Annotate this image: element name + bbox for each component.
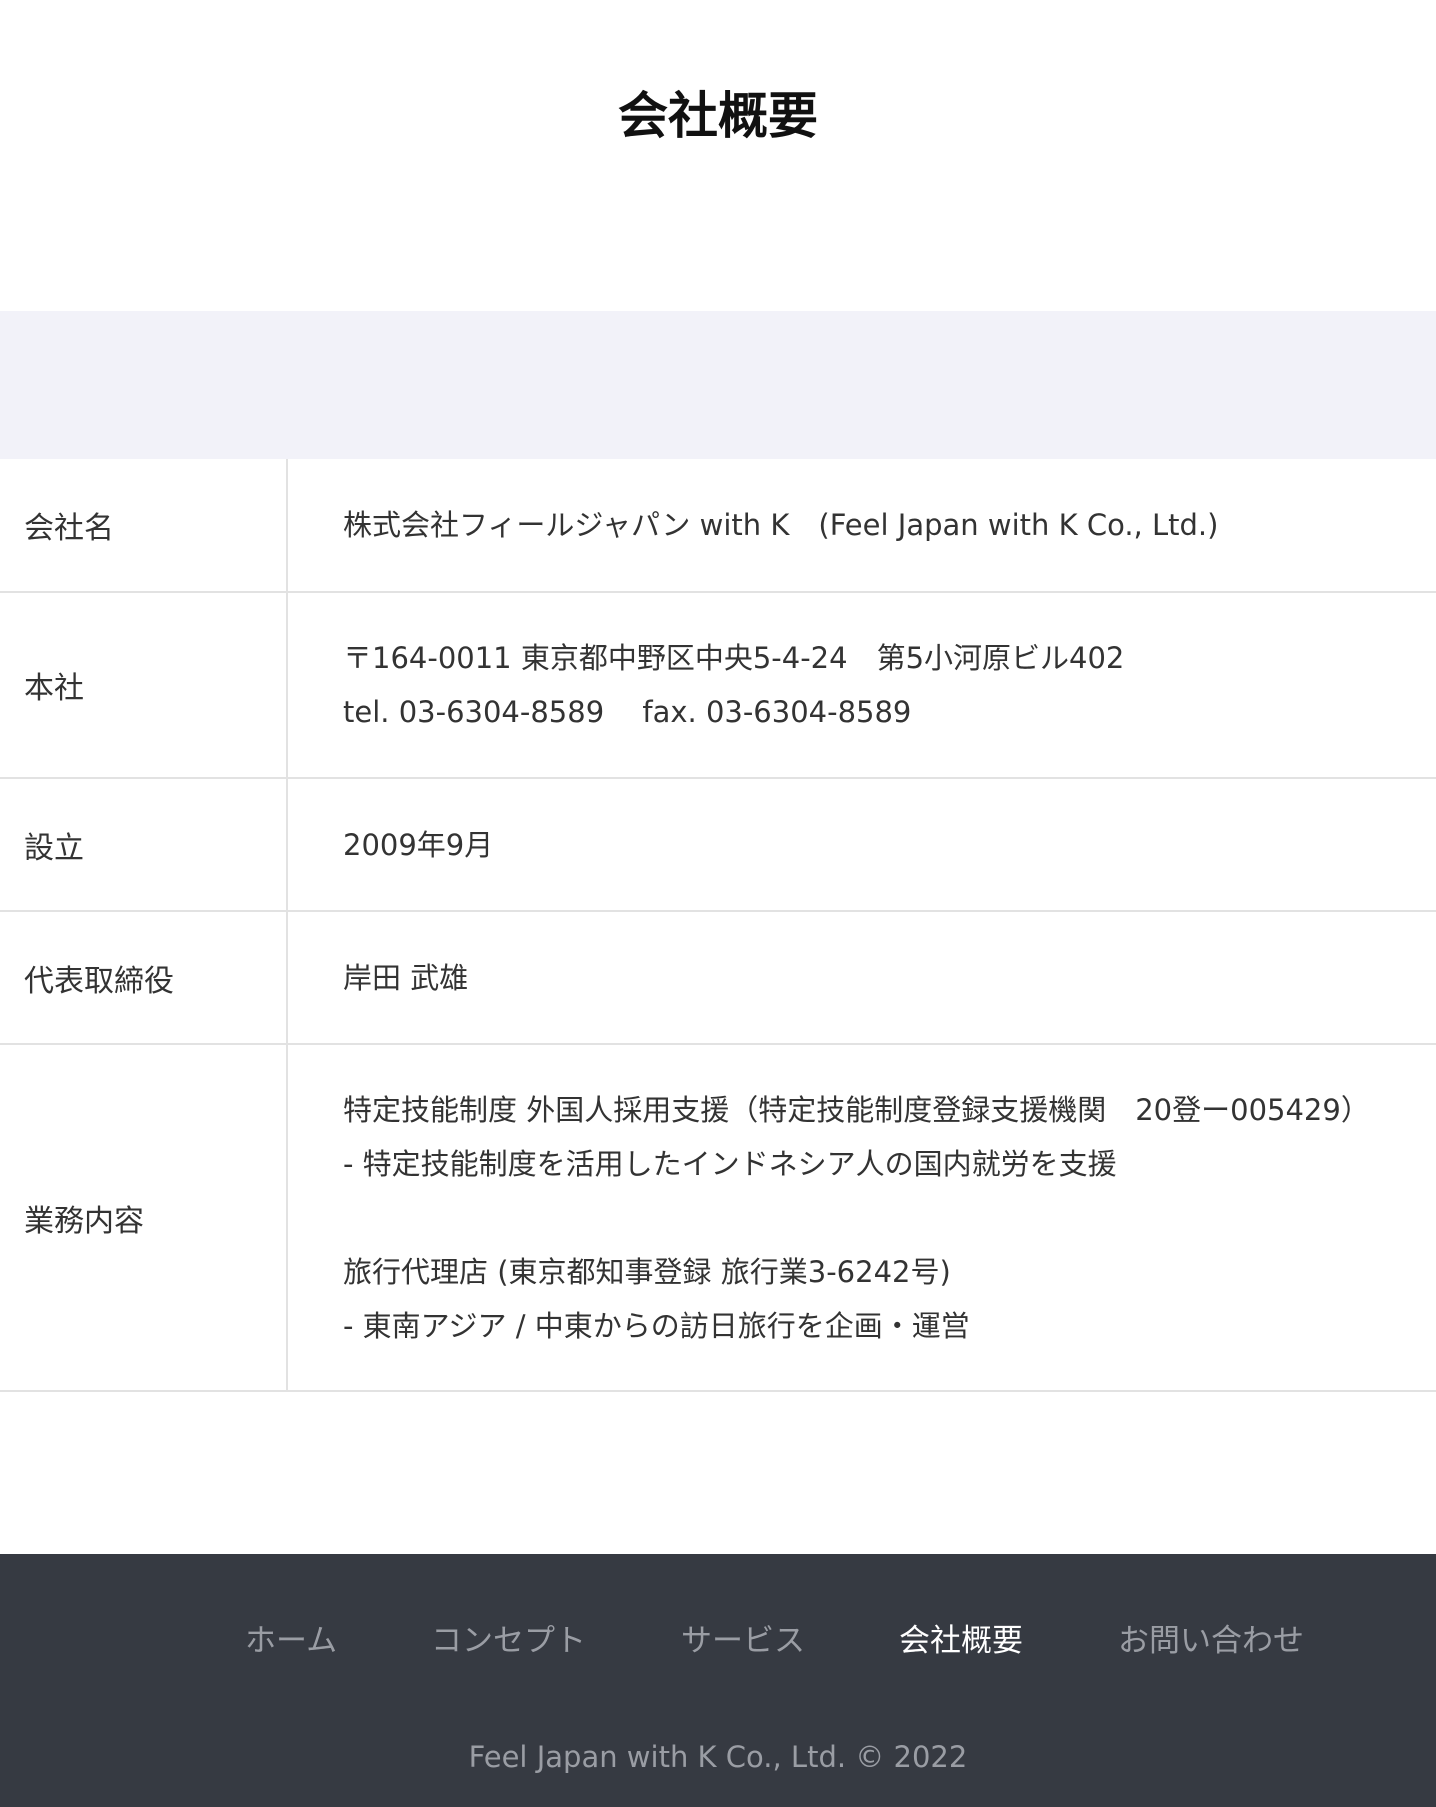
established-date: 2009年9月	[343, 827, 494, 862]
header-band	[0, 311, 1436, 459]
ceo-label: 代表取締役	[0, 911, 288, 1044]
page-title: 会社概要	[618, 87, 818, 145]
headquarters-contact: tel. 03-6304-8589 fax. 03-6304-8589	[343, 695, 912, 729]
footer-nav-home[interactable]: ホーム	[245, 1616, 337, 1666]
business-line-3: 旅行代理店 (東京都知事登録 旅行業3-6242号)	[343, 1254, 951, 1289]
established-value: 2009年9月	[287, 778, 1436, 911]
headquarters-row: 本社 〒164-0011 東京都中野区中央5-4-24 第5小河原ビル402 t…	[0, 592, 1436, 778]
business-spacer	[343, 1191, 1436, 1245]
footer: ホーム コンセプト サービス 会社概要 お問い合わせ Feel Japan wi…	[0, 1554, 1436, 1807]
business-line-2: - 特定技能制度を活用したインドネシア人の国内就労を支援	[343, 1146, 1117, 1181]
business-value: 特定技能制度 外国人採用支援（特定技能制度登録支援機関 20登ー005429） …	[287, 1044, 1436, 1391]
footer-nav-service[interactable]: サービス	[681, 1616, 805, 1666]
company-name-label: 会社名	[0, 459, 288, 592]
business-line-4: - 東南アジア / 中東からの訪日旅行を企画・運営	[343, 1308, 970, 1343]
page: 会社概要 会社名 株式会社フィールジャパン with K (Feel Japan…	[0, 0, 1436, 1807]
business-row: 業務内容 特定技能制度 外国人採用支援（特定技能制度登録支援機関 20登ー005…	[0, 1044, 1436, 1391]
headquarters-address: 〒164-0011 東京都中野区中央5-4-24 第5小河原ビル402	[343, 641, 1125, 675]
established-row: 設立 2009年9月	[0, 778, 1436, 911]
footer-nav-contact[interactable]: お問い合わせ	[1118, 1616, 1304, 1666]
copyright: Feel Japan with K Co., Ltd. © 2022	[468, 1740, 968, 1774]
business-label: 業務内容	[0, 1044, 288, 1391]
established-label: 設立	[0, 778, 288, 911]
company-info-table: 会社名 株式会社フィールジャパン with K (Feel Japan with…	[0, 459, 1436, 1392]
headquarters-value: 〒164-0011 東京都中野区中央5-4-24 第5小河原ビル402 tel.…	[287, 592, 1436, 778]
ceo-value: 岸田 武雄	[287, 911, 1436, 1044]
ceo-name: 岸田 武雄	[343, 960, 469, 995]
footer-nav-concept[interactable]: コンセプト	[431, 1616, 586, 1666]
footer-nav: ホーム コンセプト サービス 会社概要 お問い合わせ	[0, 1616, 1436, 1666]
company-name-row: 会社名 株式会社フィールジャパン with K (Feel Japan with…	[0, 459, 1436, 592]
business-line-1: 特定技能制度 外国人採用支援（特定技能制度登録支援機関 20登ー005429）	[343, 1092, 1370, 1127]
ceo-row: 代表取締役 岸田 武雄	[0, 911, 1436, 1044]
headquarters-label: 本社	[0, 592, 288, 778]
company-name-text: 株式会社フィールジャパン with K (Feel Japan with K C…	[343, 508, 1219, 542]
company-name-value: 株式会社フィールジャパン with K (Feel Japan with K C…	[287, 459, 1436, 592]
footer-nav-company[interactable]: 会社概要	[899, 1616, 1023, 1666]
